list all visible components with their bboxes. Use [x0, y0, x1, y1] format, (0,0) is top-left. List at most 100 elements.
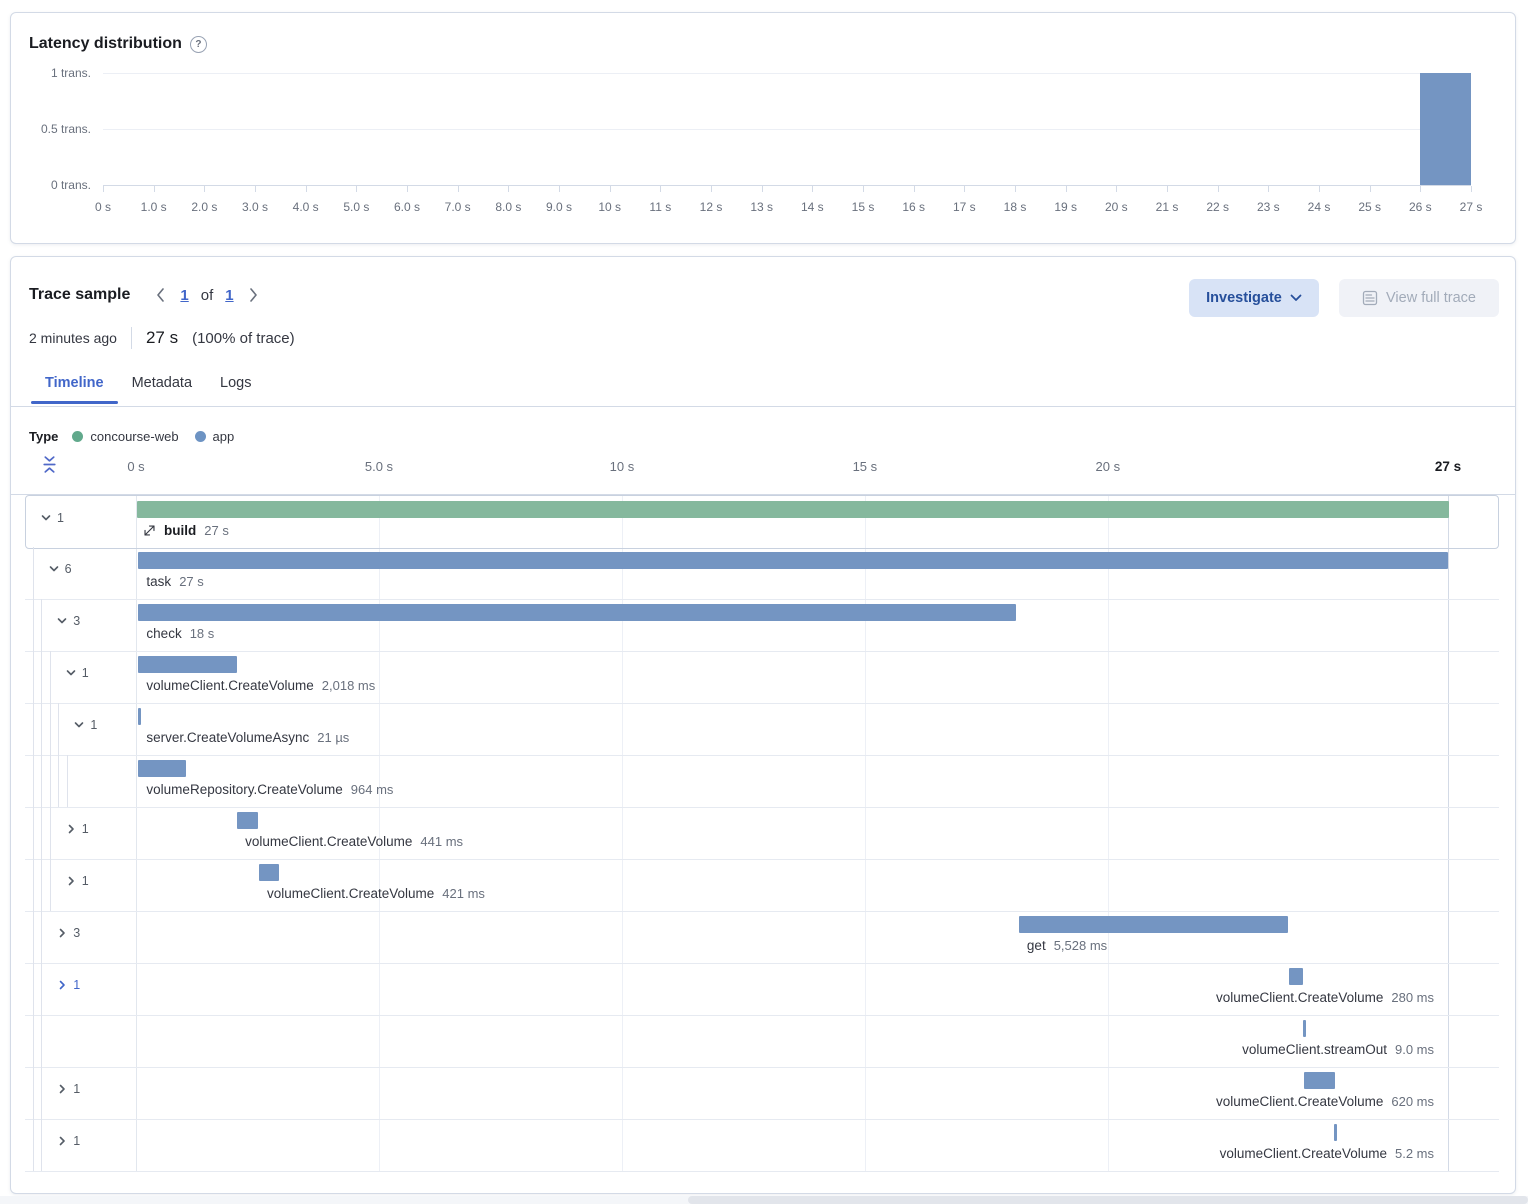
indent-guide — [41, 1015, 42, 1067]
waterfall-row[interactable]: 1volumeClient.CreateVolume421 ms — [25, 859, 1499, 912]
row-bars-area: check18 s — [136, 599, 1448, 651]
x-axis-tick — [103, 186, 104, 192]
legend-item-concourse-web[interactable]: concourse-web — [72, 429, 178, 444]
span-bar[interactable] — [138, 552, 1448, 569]
waterfall-row[interactable]: 1 volumeClient.CreateVolume2,018 ms — [25, 651, 1499, 704]
waterfall-row[interactable]: 1 volumeClient.CreateVolume 441 ms — [25, 807, 1499, 860]
waterfall-row[interactable]: 1 volumeClient.CreateVolume280 ms — [25, 963, 1499, 1016]
row-expand-toggle[interactable]: 1 — [56, 1082, 80, 1096]
span-label: check18 s — [146, 626, 214, 641]
legend-item-app[interactable]: app — [195, 429, 235, 444]
row-expand-toggle[interactable]: 1 — [73, 718, 97, 732]
span-name: task — [146, 574, 171, 589]
span-name: volumeClient.CreateVolume — [267, 886, 434, 901]
waterfall-row[interactable]: 1 volumeClient.CreateVolume620 ms — [25, 1067, 1499, 1120]
x-axis-tick-label: 25 s — [1346, 200, 1394, 214]
waterfall-row[interactable]: 3 check18 s — [25, 599, 1499, 652]
span-duration: 27 s — [204, 523, 229, 538]
x-axis-tick — [407, 186, 408, 192]
row-expand-toggle[interactable]: 1 — [56, 978, 80, 992]
pager-current-page[interactable]: 1 — [180, 287, 188, 304]
span-label: volumeClient.CreateVolume620 ms — [1216, 1094, 1434, 1109]
chevron-down-icon — [65, 667, 77, 679]
span-bar[interactable] — [1289, 968, 1303, 985]
x-axis-tick — [1319, 186, 1320, 192]
row-bars-area: volumeClient.CreateVolume 441 ms — [136, 807, 1448, 859]
x-axis-tick-label: 14 s — [788, 200, 836, 214]
pager-prev-icon[interactable] — [152, 285, 168, 305]
tab-timeline[interactable]: Timeline — [31, 369, 118, 403]
row-bars-area: volumeClient.CreateVolume280 ms — [136, 963, 1448, 1015]
x-axis-tick — [863, 186, 864, 192]
x-axis-tick-label: 7.0 s — [434, 200, 482, 214]
x-axis-tick-label: 19 s — [1042, 200, 1090, 214]
row-bars-area: volumeClient.streamOut9.0 ms — [136, 1015, 1448, 1067]
span-name: server.CreateVolumeAsync — [146, 730, 309, 745]
row-expand-toggle[interactable]: 1 — [40, 511, 64, 525]
span-duration: 2,018 ms — [322, 678, 375, 693]
chevron-down-icon — [1290, 294, 1302, 302]
span-duration: 5,528 ms — [1054, 938, 1107, 953]
waterfall-row[interactable]: 6task27 s — [25, 547, 1499, 600]
row-bars-area: volumeClient.CreateVolume2,018 ms — [136, 651, 1448, 703]
x-axis-tick — [610, 186, 611, 192]
span-bar[interactable] — [237, 812, 258, 829]
waterfall-row[interactable]: 1build27 s — [25, 495, 1499, 549]
view-full-trace-button[interactable]: View full trace — [1339, 279, 1499, 317]
span-bar[interactable] — [138, 604, 1016, 621]
row-expand-toggle[interactable]: 3 — [56, 926, 80, 940]
span-bar[interactable] — [1334, 1124, 1337, 1141]
legend-dot — [72, 431, 83, 442]
row-expand-toggle[interactable]: 1 — [65, 874, 89, 888]
pager-total-pages[interactable]: 1 — [225, 287, 233, 304]
tab-logs[interactable]: Logs — [206, 369, 265, 403]
row-bars-area: volumeRepository.CreateVolume964 ms — [136, 755, 1448, 807]
help-icon[interactable]: ? — [190, 36, 207, 53]
waterfall-row[interactable]: volumeClient.streamOut9.0 ms — [25, 1015, 1499, 1068]
x-axis-tick — [1370, 186, 1371, 192]
ruler-tick-label: 27 s — [1413, 459, 1483, 474]
waterfall-row[interactable]: 1server.CreateVolumeAsync21 µs — [25, 703, 1499, 756]
span-bar[interactable] — [137, 501, 1449, 518]
x-axis-tick-label: 11 s — [636, 200, 684, 214]
span-bar[interactable] — [1019, 916, 1288, 933]
y-gridline — [103, 73, 1471, 74]
indent-guide — [33, 651, 34, 703]
trace-waterfall: 1build27 s6task27 s3check18 s1volumeClie… — [11, 495, 1515, 1173]
histogram-bar[interactable] — [1420, 73, 1471, 185]
tab-metadata[interactable]: Metadata — [118, 369, 206, 403]
span-bar[interactable] — [1303, 1020, 1306, 1037]
span-bar[interactable] — [138, 656, 236, 673]
child-count: 1 — [82, 874, 89, 888]
chevron-right-icon — [65, 823, 77, 835]
horizontal-scrollbar[interactable] — [688, 1196, 1528, 1204]
x-axis-tick-label: 20 s — [1092, 200, 1140, 214]
span-label: volumeClient.CreateVolume280 ms — [1216, 990, 1434, 1005]
span-duration: 964 ms — [351, 782, 394, 797]
pager-next-icon[interactable] — [246, 285, 262, 305]
investigate-button[interactable]: Investigate — [1189, 279, 1319, 317]
span-name: volumeClient.CreateVolume — [245, 834, 412, 849]
x-axis-tick — [964, 186, 965, 192]
waterfall-row[interactable]: 3get5,528 ms — [25, 911, 1499, 964]
span-bar[interactable] — [138, 760, 185, 777]
collapse-all-button[interactable] — [41, 455, 59, 475]
span-bar[interactable] — [1304, 1072, 1335, 1089]
span-duration: 5.2 ms — [1395, 1146, 1434, 1161]
x-axis-tick — [559, 186, 560, 192]
chevron-right-icon — [56, 927, 68, 939]
indent-guide — [33, 547, 34, 599]
row-expand-toggle[interactable]: 1 — [65, 666, 89, 680]
waterfall-row[interactable]: 1volumeClient.CreateVolume5.2 ms — [25, 1119, 1499, 1172]
span-duration: 441 ms — [420, 834, 463, 849]
row-expand-toggle[interactable]: 6 — [48, 562, 72, 576]
row-expand-toggle[interactable]: 3 — [56, 614, 80, 628]
waterfall-row[interactable]: volumeRepository.CreateVolume964 ms — [25, 755, 1499, 808]
row-expand-toggle[interactable]: 1 — [56, 1134, 80, 1148]
row-expand-toggle[interactable]: 1 — [65, 822, 89, 836]
span-bar[interactable] — [259, 864, 279, 881]
ruler-tick-label: 20 s — [1073, 459, 1143, 474]
span-bar[interactable] — [138, 708, 141, 725]
x-axis-tick — [1268, 186, 1269, 192]
x-axis-tick-label: 17 s — [940, 200, 988, 214]
